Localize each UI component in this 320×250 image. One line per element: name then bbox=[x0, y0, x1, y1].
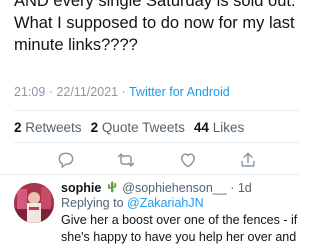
reply-text-line: Give her a boost over one of the fences … bbox=[61, 213, 298, 227]
meta-separator: · bbox=[230, 181, 235, 195]
tweet-source-link[interactable]: Twitter for Android bbox=[129, 85, 230, 99]
quote-count: 2 bbox=[90, 120, 99, 135]
meta-separator: · bbox=[121, 85, 126, 99]
divider bbox=[0, 174, 300, 175]
replying-mention-link[interactable]: @ZakariahJN bbox=[127, 196, 204, 210]
reply-author-handle[interactable]: @sophiehenson__ bbox=[122, 181, 226, 195]
action-bar bbox=[0, 147, 300, 173]
retweet-icon[interactable] bbox=[116, 150, 136, 170]
divider bbox=[14, 142, 300, 143]
retweets-stat[interactable]: 2 Retweets bbox=[14, 120, 82, 135]
retweets-label: Retweets bbox=[25, 120, 82, 135]
replying-label: Replying to bbox=[61, 196, 124, 210]
meta-separator: · bbox=[48, 85, 53, 99]
tweet-date[interactable]: 22/11/2021 bbox=[56, 85, 118, 99]
quote-tweets-stat[interactable]: 2 Quote Tweets bbox=[91, 120, 185, 135]
tweet-metadata: 21:09 · 22/11/2021 · Twitter for Android bbox=[14, 85, 230, 99]
cactus-icon bbox=[107, 181, 117, 193]
tweet-text-line: minute links???? bbox=[14, 36, 138, 54]
reply-icon[interactable] bbox=[56, 150, 76, 170]
like-icon[interactable] bbox=[178, 150, 198, 170]
quote-label: Quote Tweets bbox=[101, 120, 185, 135]
divider bbox=[14, 110, 300, 111]
reply-text-line: she's happy to have you help her over an… bbox=[61, 230, 297, 244]
tweet-stats: 2 Retweets 2 Quote Tweets 44 Likes bbox=[14, 120, 244, 135]
likes-stat[interactable]: 44 Likes bbox=[194, 120, 244, 135]
replying-to: Replying to @ZakariahJN bbox=[61, 196, 204, 210]
tweet-text: AND every single Saturday is sold out. W… bbox=[14, 0, 296, 56]
tweet-time[interactable]: 21:09 bbox=[14, 85, 45, 99]
reply-header: sophie @sophiehenson__ · 1d bbox=[61, 181, 252, 195]
avatar[interactable] bbox=[14, 183, 54, 223]
reply-author-name[interactable]: sophie bbox=[61, 181, 101, 195]
likes-label: Likes bbox=[212, 120, 245, 135]
retweets-count: 2 bbox=[14, 120, 22, 135]
reply-age[interactable]: 1d bbox=[238, 181, 252, 195]
reply-text: Give her a boost over one of the fences … bbox=[61, 212, 300, 246]
likes-count: 44 bbox=[193, 120, 209, 135]
tweet-text-line: AND every single Saturday is sold out. bbox=[14, 0, 296, 10]
share-icon[interactable] bbox=[238, 150, 258, 170]
tweet-text-line: What I supposed to do now for my last bbox=[14, 14, 295, 32]
